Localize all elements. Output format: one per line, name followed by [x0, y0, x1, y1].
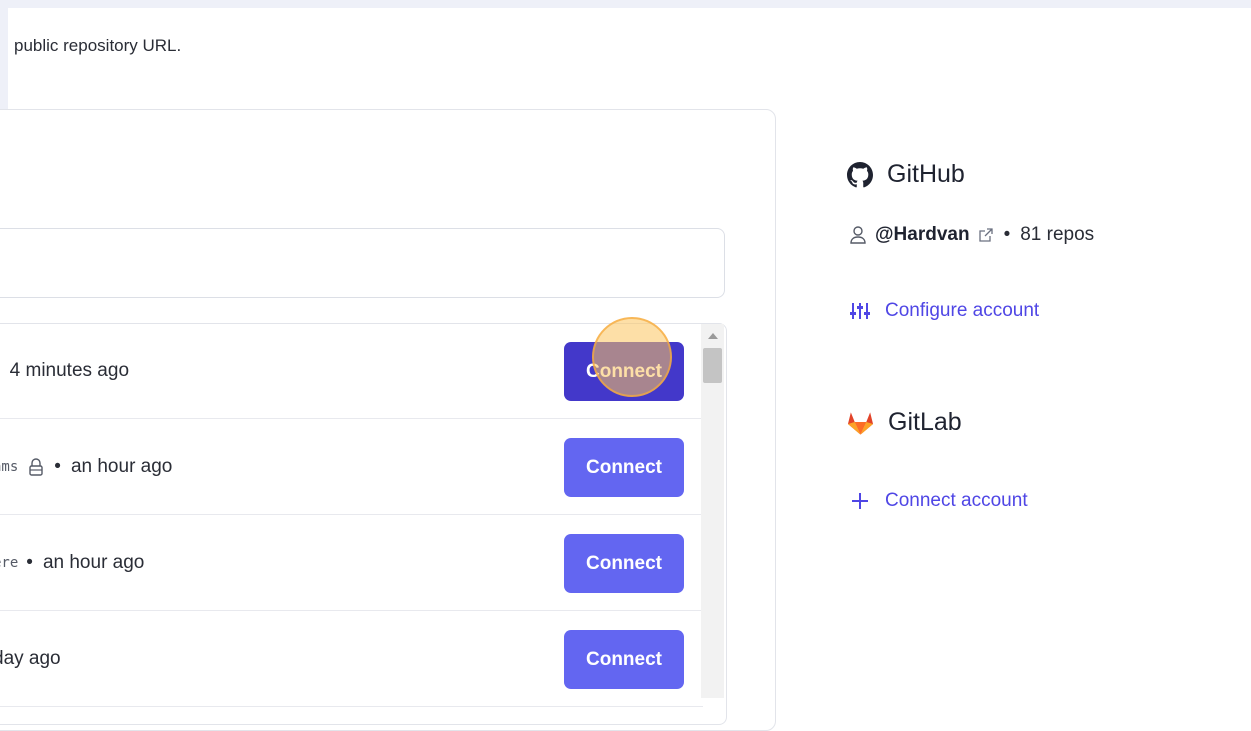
repository-updated: day ago: [0, 648, 61, 669]
scroll-thumb[interactable]: [703, 348, 722, 383]
separator-dot: •: [54, 456, 61, 477]
repository-name[interactable]: ere: [0, 555, 18, 571]
repository-meta: • 4 minutes ago: [0, 360, 129, 382]
sliders-icon: [850, 303, 870, 319]
gitlab-title: GitLab: [888, 408, 962, 436]
repository-updated: an hour ago: [70, 456, 173, 477]
repository-row: ams • an hour ago Connect: [0, 420, 703, 515]
connect-gitlab-account-link[interactable]: Connect account: [849, 490, 1028, 512]
repository-updated: 4 minutes ago: [9, 360, 130, 381]
user-icon: [850, 226, 866, 244]
scroll-up-arrow-icon[interactable]: [708, 333, 718, 339]
repository-search-input[interactable]: [0, 228, 725, 298]
repository-meta: ams • an hour ago: [0, 456, 172, 478]
lock-icon: [26, 457, 46, 477]
repository-list: • 4 minutes ago Connect ams • an hour ag…: [0, 323, 727, 725]
connect-button[interactable]: Connect: [564, 630, 684, 689]
repository-name[interactable]: ams: [0, 459, 18, 475]
github-repo-count: 81 repos: [1020, 224, 1095, 245]
connect-account-label: Connect account: [885, 490, 1028, 511]
repository-meta: ere • an hour ago: [0, 552, 144, 574]
intro-text: public repository URL.: [14, 36, 182, 55]
github-icon: [847, 161, 873, 187]
repository-row: day ago Connect: [0, 612, 703, 707]
github-provider-title: GitHub: [847, 160, 965, 189]
gitlab-icon: [847, 411, 874, 435]
gitlab-provider-title: GitLab: [847, 408, 962, 437]
repository-meta: day ago: [0, 648, 61, 670]
external-link-icon[interactable]: [978, 227, 994, 243]
plus-icon: [852, 493, 868, 509]
account-separator: •: [1003, 224, 1011, 245]
github-account-line: @Hardvan • 81 repos: [849, 224, 1094, 246]
separator-dot: •: [26, 552, 33, 573]
repository-updated: an hour ago: [42, 552, 145, 573]
top-band: [0, 0, 1251, 8]
repository-row: ere • an hour ago Connect: [0, 516, 703, 611]
connect-button[interactable]: Connect: [564, 342, 684, 401]
connect-button[interactable]: Connect: [564, 534, 684, 593]
connect-button[interactable]: Connect: [564, 438, 684, 497]
repository-row: • 4 minutes ago Connect: [0, 324, 703, 419]
github-handle-link[interactable]: @Hardvan: [875, 224, 970, 246]
configure-account-link[interactable]: Configure account: [849, 300, 1039, 322]
configure-account-label: Configure account: [885, 300, 1040, 321]
github-title: GitHub: [887, 160, 965, 188]
